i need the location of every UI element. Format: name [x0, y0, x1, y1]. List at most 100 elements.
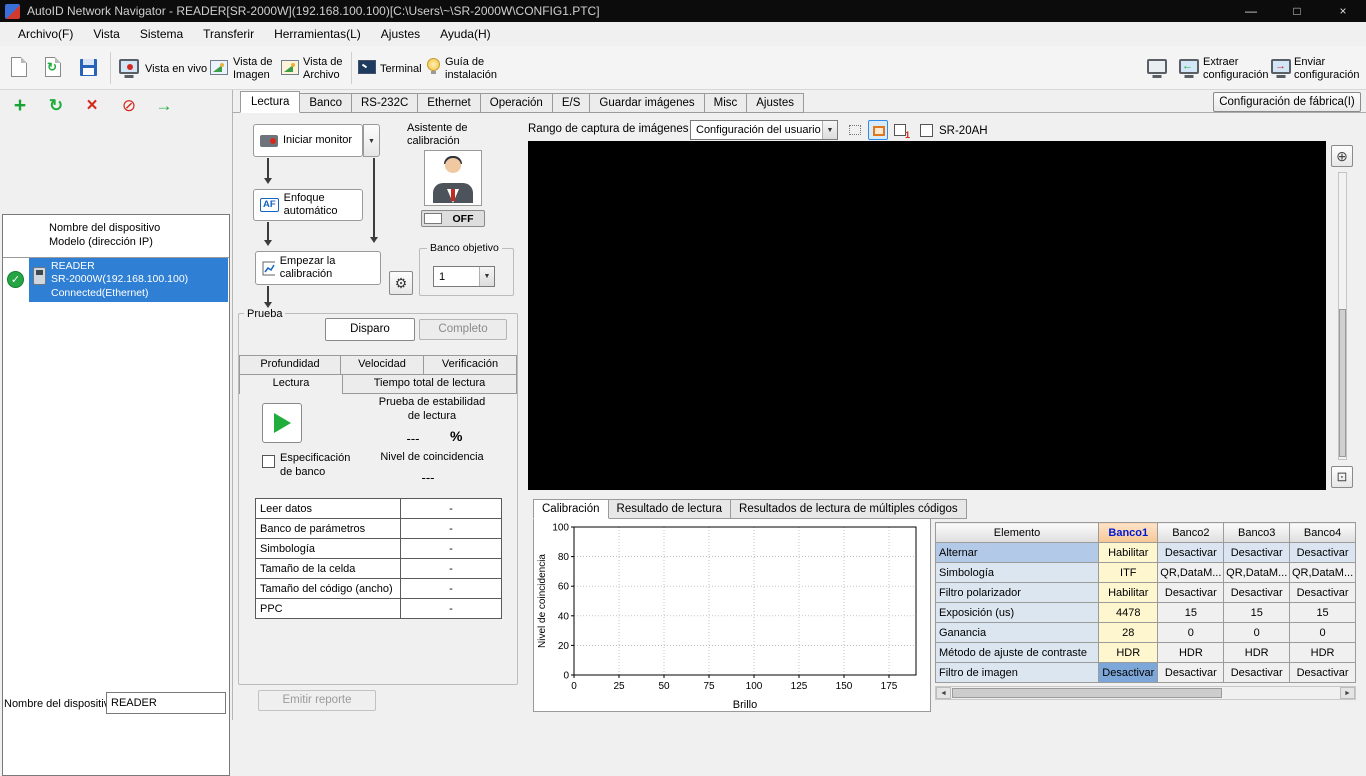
cell-banco3[interactable]: 15 [1224, 603, 1290, 623]
tab-ethernet[interactable]: Ethernet [418, 93, 480, 113]
open-file-icon[interactable]: ↻ [45, 57, 61, 77]
scroll-left-icon[interactable]: ◄ [936, 687, 951, 699]
cell-banco4[interactable]: Desactivar [1290, 583, 1356, 603]
cell-banco4[interactable]: HDR [1290, 643, 1356, 663]
tab-es[interactable]: E/S [553, 93, 591, 113]
cell-banco2[interactable]: Desactivar [1158, 583, 1224, 603]
cell-banco2[interactable]: HDR [1158, 643, 1224, 663]
capture-full-range-button[interactable] [845, 120, 865, 140]
cell-banco1[interactable]: 28 [1099, 623, 1158, 643]
tab-rs232c[interactable]: RS-232C [352, 93, 418, 113]
cell-banco3[interactable]: HDR [1224, 643, 1290, 663]
tab-banco[interactable]: Banco [300, 93, 352, 113]
send-config-label[interactable]: Enviar configuración [1294, 56, 1360, 82]
device-row[interactable]: ✓ READER SR-2000W(192.168.100.100) Conne… [3, 258, 229, 302]
auto-focus-button[interactable]: AF Enfoque automático [253, 189, 363, 221]
cell-banco4[interactable]: QR,DataM... [1290, 563, 1356, 583]
extract-config-icon[interactable]: ← [1179, 59, 1199, 74]
start-monitor-dropdown[interactable]: ▼ [363, 124, 380, 157]
menu-transferir[interactable]: Transferir [193, 24, 264, 44]
cell-banco3[interactable]: Desactivar [1224, 663, 1290, 683]
search-devices-icon[interactable]: ↻ [44, 95, 68, 119]
add-device-icon[interactable]: + [8, 95, 32, 119]
saved-images-icon[interactable] [1147, 59, 1167, 74]
tab-calibracion[interactable]: Calibración [533, 499, 609, 519]
menu-archivo[interactable]: Archivo(F) [8, 24, 83, 44]
device-name-input[interactable] [106, 692, 226, 714]
hscroll-thumb[interactable] [952, 688, 1222, 698]
start-calibration-button[interactable]: Empezar la calibración [255, 251, 381, 285]
complete-button[interactable]: Completo [419, 319, 507, 340]
window-1-button[interactable]: 1 [891, 120, 911, 140]
cell-banco4[interactable]: Desactivar [1290, 663, 1356, 683]
cell-banco2[interactable]: 0 [1158, 623, 1224, 643]
cell-banco2[interactable]: Desactivar [1158, 663, 1224, 683]
zoom-slider-thumb[interactable] [1339, 309, 1346, 457]
close-button[interactable]: × [1320, 0, 1366, 22]
file-view-icon[interactable] [281, 60, 299, 75]
cell-banco1[interactable]: Desactivar [1099, 663, 1158, 683]
col-banco3[interactable]: Banco3 [1224, 523, 1290, 543]
image-view-label[interactable]: Vista de Imagen [233, 56, 277, 82]
menu-sistema[interactable]: Sistema [130, 24, 193, 44]
tab-resultado-lectura[interactable]: Resultado de lectura [609, 499, 731, 519]
trigger-button[interactable]: Disparo [325, 318, 415, 341]
fit-view-button[interactable]: ⊡ [1331, 466, 1353, 488]
capture-custom-range-button[interactable] [868, 120, 888, 140]
install-guide-label[interactable]: Guía de instalación [445, 56, 507, 82]
minimize-button[interactable]: — [1228, 0, 1274, 22]
image-view-icon[interactable] [210, 60, 228, 75]
col-banco2[interactable]: Banco2 [1158, 523, 1224, 543]
cell-banco2[interactable]: 15 [1158, 603, 1224, 623]
new-file-icon[interactable] [11, 57, 27, 77]
subtab-verificacion[interactable]: Verificación [423, 355, 517, 375]
subtab-tiempo-total[interactable]: Tiempo total de lectura [342, 374, 517, 394]
cell-banco4[interactable]: Desactivar [1290, 543, 1356, 563]
capture-range-select[interactable]: Configuración del usuario ▼ [690, 120, 838, 140]
cell-banco1[interactable]: Habilitar [1099, 543, 1158, 563]
cell-banco2[interactable]: QR,DataM... [1158, 563, 1224, 583]
send-config-icon[interactable]: → [1271, 59, 1291, 74]
wizard-off-toggle[interactable]: OFF [421, 210, 485, 227]
extract-config-label[interactable]: Extraer configuración [1203, 56, 1271, 82]
save-icon[interactable] [80, 59, 97, 76]
cell-banco3[interactable]: Desactivar [1224, 543, 1290, 563]
cell-banco4[interactable]: 15 [1290, 603, 1356, 623]
target-bank-select[interactable]: 1 ▼ [433, 266, 495, 287]
cell-banco3[interactable]: 0 [1224, 623, 1290, 643]
install-guide-icon[interactable] [427, 58, 440, 71]
terminal-icon[interactable] [358, 60, 376, 74]
cell-banco3[interactable]: Desactivar [1224, 583, 1290, 603]
delete-device-icon[interactable]: × [80, 95, 104, 119]
terminal-label[interactable]: Terminal [380, 63, 422, 76]
emit-report-button[interactable]: Emitir reporte [258, 690, 376, 711]
tab-lectura[interactable]: Lectura [240, 91, 300, 113]
tab-misc[interactable]: Misc [705, 93, 748, 113]
camera-image-display[interactable] [528, 141, 1326, 490]
cell-banco2[interactable]: Desactivar [1158, 543, 1224, 563]
subtab-velocidad[interactable]: Velocidad [340, 355, 424, 375]
play-test-button[interactable] [262, 403, 302, 443]
start-monitor-button[interactable]: Iniciar monitor [253, 124, 363, 157]
settings-gear-button[interactable]: ⚙ [389, 271, 413, 295]
cell-banco1[interactable]: HDR [1099, 643, 1158, 663]
menu-ajustes[interactable]: Ajustes [371, 24, 430, 44]
cell-banco1[interactable]: 4478 [1099, 603, 1158, 623]
file-view-label[interactable]: Vista de Archivo [303, 56, 349, 82]
menu-ayuda[interactable]: Ayuda(H) [430, 24, 500, 44]
sr20ah-checkbox[interactable] [920, 124, 933, 137]
live-view-icon[interactable] [119, 59, 139, 74]
tab-resultados-multiples[interactable]: Resultados de lectura de múltiples códig… [731, 499, 967, 519]
cell-banco4[interactable]: 0 [1290, 623, 1356, 643]
bank-table-hscrollbar[interactable]: ◄ ► [935, 686, 1356, 700]
factory-config-button[interactable]: Configuración de fábrica(I) [1213, 92, 1361, 112]
menu-vista[interactable]: Vista [83, 24, 129, 44]
cell-banco1[interactable]: Habilitar [1099, 583, 1158, 603]
scroll-right-icon[interactable]: ► [1340, 687, 1355, 699]
disconnect-device-icon[interactable]: ⊘ [117, 95, 141, 119]
menu-herramientas[interactable]: Herramientas(L) [264, 24, 371, 44]
col-banco1[interactable]: Banco1 [1099, 523, 1158, 543]
maximize-button[interactable]: □ [1274, 0, 1320, 22]
pan-tool-button[interactable]: ⊕ [1331, 145, 1353, 167]
subtab-profundidad[interactable]: Profundidad [239, 355, 341, 375]
